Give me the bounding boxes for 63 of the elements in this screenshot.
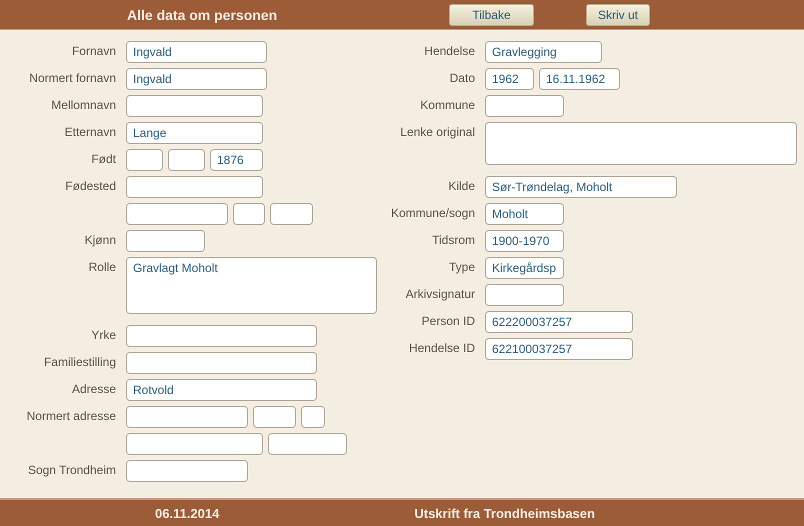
input-field[interactable] <box>126 230 205 252</box>
field-label: Familiestilling <box>42 354 117 370</box>
input-field[interactable] <box>126 325 317 347</box>
input-field[interactable] <box>268 433 347 455</box>
input-field[interactable] <box>485 95 564 117</box>
input-field[interactable] <box>126 149 163 171</box>
input-field[interactable]: 1900-1970 <box>485 230 564 252</box>
field-label: Adresse <box>70 381 117 397</box>
input-field[interactable] <box>168 149 205 171</box>
footer-text: Utskrift fra Trondheimsbasen <box>414 506 595 520</box>
input-field[interactable] <box>126 406 248 428</box>
field-label: Mellomnavn <box>50 97 117 113</box>
input-field[interactable] <box>301 406 325 428</box>
header-button[interactable]: Skriv ut <box>586 4 650 26</box>
input-field[interactable] <box>126 352 317 374</box>
field-label: Arkivsignatur <box>404 286 476 302</box>
field-label: Fødested <box>64 178 117 194</box>
input-field[interactable] <box>270 203 313 225</box>
field-label: Etternavn <box>64 124 117 140</box>
field-label: Født <box>90 151 117 167</box>
field-label: Sogn Trondheim <box>26 462 117 478</box>
input-field[interactable]: Ingvald <box>126 68 267 90</box>
input-field[interactable]: 622100037257 <box>485 338 633 360</box>
input-field[interactable] <box>126 95 263 117</box>
field-label: Kommune/sogn <box>390 205 476 221</box>
input-field[interactable]: Ingvald <box>126 41 267 63</box>
field-label: Hendelse ID <box>408 340 476 356</box>
field-label: Kjønn <box>84 232 117 248</box>
field-label: Dato <box>448 70 476 86</box>
input-field[interactable]: Gravlegging <box>485 41 602 63</box>
input-field[interactable]: Moholt <box>485 203 564 225</box>
field-label: Kommune <box>419 97 476 113</box>
field-label: Fornavn <box>70 43 117 59</box>
input-field[interactable] <box>485 284 564 306</box>
header-button[interactable]: Tilbake <box>449 4 534 26</box>
text-area[interactable] <box>485 122 797 165</box>
input-field[interactable] <box>126 176 263 198</box>
text-area[interactable]: Gravlagt Moholt <box>126 257 377 314</box>
input-field[interactable] <box>126 460 248 482</box>
input-field[interactable]: Kirkegårdsp <box>485 257 564 279</box>
input-field[interactable]: 622200037257 <box>485 311 633 333</box>
input-field[interactable]: 1876 <box>210 149 263 171</box>
input-field[interactable] <box>233 203 265 225</box>
field-label: Normert fornavn <box>28 70 117 86</box>
input-field[interactable]: Lange <box>126 122 263 144</box>
input-field[interactable]: 1962 <box>485 68 534 90</box>
field-label: Yrke <box>90 327 117 343</box>
field-label: Type <box>448 259 476 275</box>
field-label: Person ID <box>420 313 476 329</box>
field-label: Kilde <box>447 178 476 194</box>
input-field[interactable]: 16.11.1962 <box>539 68 620 90</box>
field-label: Lenke original <box>399 124 476 140</box>
page-title: Alle data om personen <box>127 6 278 22</box>
input-field[interactable] <box>126 203 228 225</box>
input-field[interactable]: Rotvold <box>126 379 317 401</box>
input-field[interactable] <box>253 406 296 428</box>
input-field[interactable]: Sør-Trøndelag, Moholt <box>485 176 677 198</box>
field-label: Hendelse <box>423 43 476 59</box>
field-label: Normert adresse <box>26 408 117 424</box>
input-field[interactable] <box>126 433 263 455</box>
print-date: 06.11.2014 <box>155 506 220 520</box>
field-label: Rolle <box>88 259 117 275</box>
field-label: Tidsrom <box>431 232 476 248</box>
